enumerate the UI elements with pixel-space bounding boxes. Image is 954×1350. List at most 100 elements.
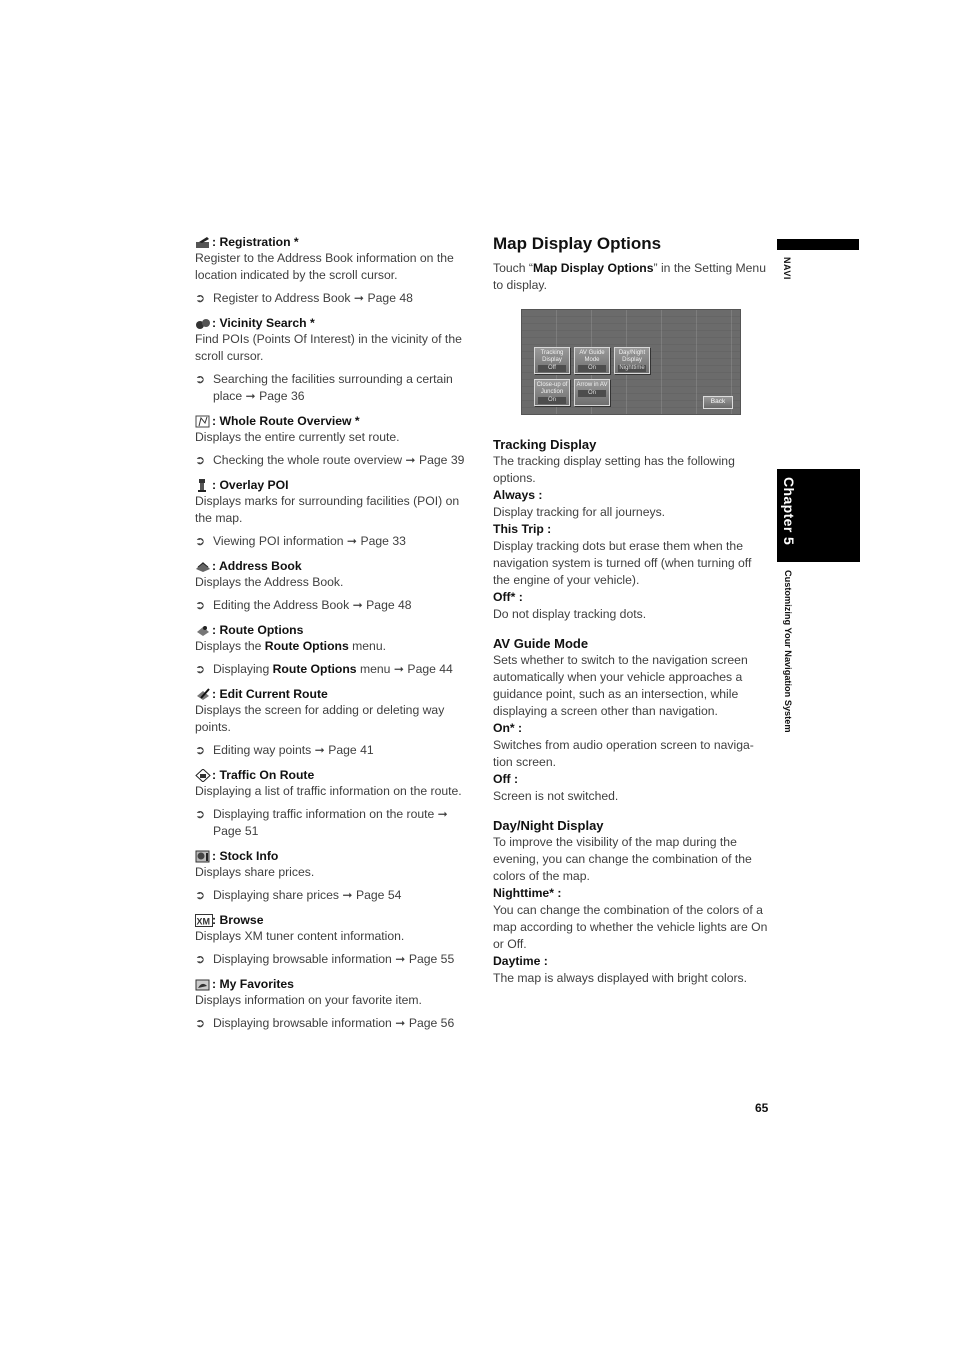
menu-entry-edit-current-route: : Edit Current Route Displays the screen… bbox=[195, 686, 475, 759]
menu-entry-registration: : Registration * Register to the Address… bbox=[195, 234, 475, 307]
arrow-bullet-icon: ➲ bbox=[195, 1016, 206, 1030]
chapter-section-label: Customizing Your Navigation System bbox=[783, 570, 793, 733]
screen-button-arrow-in-av: Arrow in AV On bbox=[574, 379, 610, 406]
cross-reference-link[interactable]: ➲ Register to Address Book ➞ Page 48 bbox=[195, 290, 475, 307]
cross-reference-link[interactable]: ➲ Editing the Address Book ➞ Page 48 bbox=[195, 597, 475, 614]
cross-reference-link[interactable]: ➲ Viewing POI information ➞ Page 33 bbox=[195, 533, 475, 550]
entry-description: Displays share prices. bbox=[195, 865, 315, 879]
cross-reference-link[interactable]: ➲ Checking the whole route overview ➞ Pag… bbox=[195, 452, 475, 469]
option-text: The map is always displayed with bright … bbox=[493, 971, 748, 985]
cross-reference-link[interactable]: ➲ Searching the facilities surrounding a … bbox=[195, 371, 475, 405]
svg-text:XM: XM bbox=[197, 916, 211, 926]
option-label: Off* : bbox=[493, 590, 523, 604]
subsection-intro: To improve the visibility of the map dur… bbox=[493, 835, 752, 883]
edit-current-route-icon bbox=[195, 687, 211, 701]
entry-description: Displays XM tuner content information. bbox=[195, 929, 405, 943]
option-text: Switches from audio operation screen to … bbox=[493, 738, 754, 769]
cross-reference-link[interactable]: ➲ Displaying share prices ➞ Page 54 bbox=[195, 887, 475, 904]
entry-description: Displaying a list of traffic information… bbox=[195, 784, 462, 798]
cross-reference-link[interactable]: ➲ Displaying browsable information ➞ Page… bbox=[195, 951, 475, 968]
map-display-options-screenshot: Tracking Display Off AV Guide Mode On Day/… bbox=[521, 309, 741, 415]
cross-reference-link[interactable]: ➲ Displaying Route Options menu ➞ Page 44 bbox=[195, 661, 475, 678]
menu-entry-stock-info: : Stock Info Displays share prices. ➲ Dis… bbox=[195, 848, 475, 904]
stock-info-icon bbox=[195, 850, 211, 863]
entry-title: : Route Options bbox=[212, 623, 304, 637]
subsection-day-night-display: Day/Night Display To improve the visibil… bbox=[493, 817, 768, 987]
arrow-bullet-icon: ➲ bbox=[195, 888, 206, 902]
entry-title: : Traffic On Route bbox=[212, 768, 315, 782]
entry-description: Displays the Address Book. bbox=[195, 575, 344, 589]
arrow-bullet-icon: ➲ bbox=[195, 291, 206, 305]
navi-tab-bar bbox=[777, 239, 859, 250]
entry-description: Register to the Address Book information… bbox=[195, 251, 454, 282]
cross-reference-link[interactable]: ➲ Editing way points ➞ Page 41 bbox=[195, 742, 475, 759]
entry-description: Find POIs (Points Of Interest) in the vi… bbox=[195, 332, 462, 363]
subsection-intro: Sets whether to switch to the navigation… bbox=[493, 653, 748, 718]
option-label: This Trip : bbox=[493, 522, 552, 536]
entry-title: : Vicinity Search * bbox=[212, 316, 315, 330]
screen-back-button: Back bbox=[703, 396, 733, 409]
route-options-icon bbox=[195, 624, 211, 637]
screen-button-av-guide-mode: AV Guide Mode On bbox=[574, 347, 610, 374]
option-label: Nighttime* : bbox=[493, 886, 562, 900]
entry-title: : Browse bbox=[212, 913, 264, 927]
whole-route-overview-icon bbox=[195, 415, 211, 428]
arrow-bullet-icon: ➲ bbox=[195, 372, 206, 386]
registration-icon bbox=[195, 236, 211, 249]
entry-title: : My Favorites bbox=[212, 977, 294, 991]
section-title: Map Display Options bbox=[493, 234, 662, 253]
entry-title: : Overlay POI bbox=[212, 478, 289, 492]
arrow-bullet-icon: ➲ bbox=[195, 743, 206, 757]
cross-reference-link[interactable]: ➲ Displaying traffic information on the r… bbox=[195, 806, 475, 840]
subsection-av-guide-mode: AV Guide Mode Sets whether to switch to … bbox=[493, 635, 768, 805]
navi-tab-label: NAVI bbox=[782, 257, 792, 280]
subsection-tracking-display: Tracking Display The tracking display se… bbox=[493, 436, 768, 623]
entry-description: Displays the entire currently set route. bbox=[195, 430, 400, 444]
menu-entry-whole-route-overview: : Whole Route Overview * Displays the en… bbox=[195, 413, 475, 469]
arrow-bullet-icon: ➲ bbox=[195, 807, 206, 821]
menu-entry-overlay-poi: : Overlay POI Displays marks for surroun… bbox=[195, 477, 475, 550]
screen-button-tracking-display: Tracking Display Off bbox=[534, 347, 570, 374]
left-column: : Registration * Register to the Address… bbox=[195, 234, 475, 1040]
option-text: You can change the combination of the co… bbox=[493, 903, 768, 951]
option-text: Display tracking dots but erase them whe… bbox=[493, 539, 752, 587]
intro-text: Touch “Map Display Options” in the Setti… bbox=[493, 261, 766, 292]
chapter-tab-label: Chapter 5 bbox=[781, 477, 797, 546]
subsection-heading: Tracking Display bbox=[493, 437, 597, 452]
my-favorites-icon bbox=[195, 978, 211, 991]
entry-description: Displays marks for surrounding facilitie… bbox=[195, 494, 460, 525]
option-text: Do not display tracking dots. bbox=[493, 607, 647, 621]
arrow-bullet-icon: ➲ bbox=[195, 453, 206, 467]
entry-description: Displays the Route Options menu. bbox=[195, 639, 386, 653]
right-column: Map Display Options Touch “Map Display O… bbox=[493, 234, 768, 987]
subsection-heading: AV Guide Mode bbox=[493, 636, 589, 651]
menu-entry-browse: XM : Browse Displays XM tuner content in… bbox=[195, 912, 475, 968]
menu-entry-address-book: : Address Book Displays the Address Book… bbox=[195, 558, 475, 614]
xm-browse-icon: XM bbox=[195, 913, 213, 927]
subsection-intro: The tracking display setting has the fol… bbox=[493, 454, 735, 485]
cross-reference-link[interactable]: ➲ Displaying browsable information ➞ Page… bbox=[195, 1015, 475, 1032]
arrow-bullet-icon: ➲ bbox=[195, 952, 206, 966]
entry-title: : Registration * bbox=[212, 235, 299, 249]
option-label: Daytime : bbox=[493, 954, 548, 968]
option-text: Screen is not switched. bbox=[493, 789, 619, 803]
address-book-icon bbox=[195, 560, 211, 573]
menu-entry-route-options: : Route Options Displays the Route Optio… bbox=[195, 622, 475, 678]
entry-description: Displays the screen for adding or deleti… bbox=[195, 703, 445, 734]
entry-title: : Address Book bbox=[212, 559, 302, 573]
option-label: Off : bbox=[493, 772, 519, 786]
entry-title: : Stock Info bbox=[212, 849, 279, 863]
entry-description: Displays information on your favorite it… bbox=[195, 993, 422, 1007]
option-text: Display tracking for all journeys. bbox=[493, 505, 666, 519]
screen-button-day-night-display: Day/Night Display Nighttime bbox=[614, 347, 650, 374]
entry-title: : Edit Current Route bbox=[212, 687, 328, 701]
arrow-bullet-icon: ➲ bbox=[195, 534, 206, 548]
subsection-heading: Day/Night Display bbox=[493, 818, 604, 833]
option-label: Always : bbox=[493, 488, 543, 502]
menu-entry-my-favorites: : My Favorites Displays information on y… bbox=[195, 976, 475, 1032]
page-number: 65 bbox=[755, 1101, 769, 1115]
menu-entry-traffic-on-route: : Traffic On Route Displaying a list of … bbox=[195, 767, 475, 840]
entry-title: : Whole Route Overview * bbox=[212, 414, 360, 428]
option-label: On* : bbox=[493, 721, 523, 735]
arrow-bullet-icon: ➲ bbox=[195, 662, 206, 676]
